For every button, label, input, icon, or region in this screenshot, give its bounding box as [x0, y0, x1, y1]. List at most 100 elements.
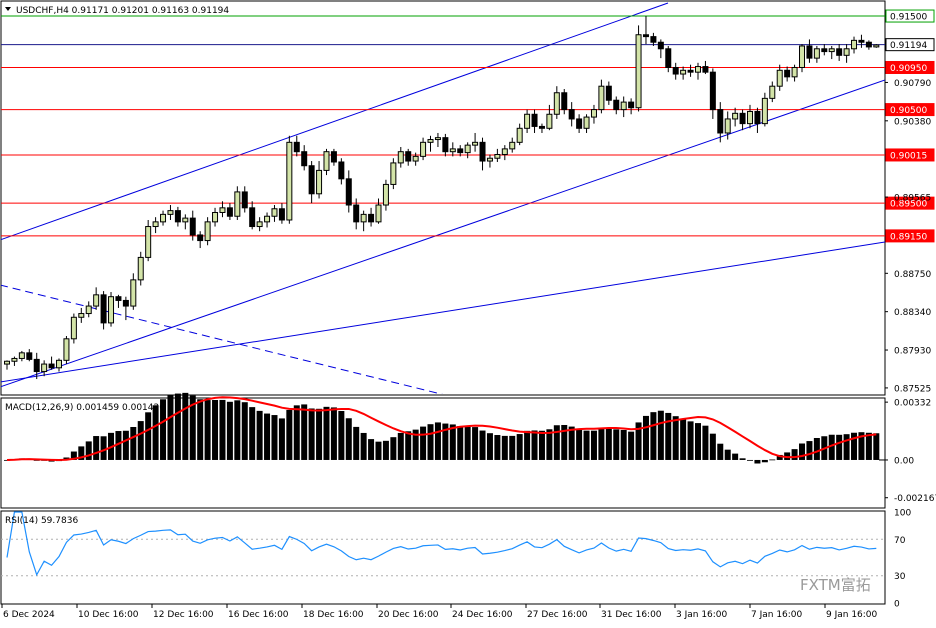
candle[interactable] — [264, 212, 271, 228]
candle[interactable] — [390, 158, 397, 190]
candle[interactable] — [160, 210, 167, 226]
candle[interactable] — [769, 81, 776, 103]
candle[interactable] — [486, 154, 493, 168]
candle[interactable] — [754, 107, 761, 133]
candle[interactable] — [687, 64, 694, 77]
candle[interactable] — [330, 148, 337, 166]
candle[interactable] — [747, 104, 753, 129]
candle[interactable] — [665, 45, 672, 73]
candle[interactable] — [680, 66, 687, 80]
candle[interactable] — [308, 161, 315, 204]
candle[interactable] — [316, 161, 323, 199]
candle[interactable] — [11, 356, 18, 366]
candle[interactable] — [420, 137, 427, 161]
candle[interactable] — [873, 44, 880, 48]
candle[interactable] — [93, 287, 100, 310]
candle[interactable] — [293, 135, 300, 157]
candle[interactable] — [368, 207, 375, 227]
candle[interactable] — [464, 142, 471, 159]
candle[interactable] — [174, 206, 181, 227]
candle[interactable] — [799, 44, 806, 73]
candle[interactable] — [843, 44, 850, 63]
candle[interactable] — [204, 217, 211, 246]
long-trend-line[interactable] — [0, 241, 885, 383]
candle[interactable] — [382, 179, 389, 211]
candle[interactable] — [130, 273, 137, 310]
candle[interactable] — [286, 135, 293, 224]
candle[interactable] — [553, 86, 560, 119]
candle[interactable] — [241, 186, 248, 213]
candle[interactable] — [137, 251, 144, 286]
candle[interactable] — [650, 32, 657, 46]
candle[interactable] — [449, 142, 456, 157]
candle[interactable] — [249, 201, 256, 230]
candle[interactable] — [657, 39, 664, 59]
candle[interactable] — [26, 349, 33, 362]
candle[interactable] — [739, 109, 746, 131]
candle[interactable] — [865, 40, 872, 50]
candle[interactable] — [702, 60, 709, 75]
candle[interactable] — [524, 109, 531, 133]
candle[interactable] — [226, 203, 233, 220]
candle[interactable] — [821, 44, 828, 56]
candle[interactable] — [576, 114, 583, 133]
candle[interactable] — [115, 294, 122, 308]
candle[interactable] — [516, 123, 523, 146]
candle[interactable] — [100, 291, 107, 330]
candle[interactable] — [167, 205, 174, 220]
candle[interactable] — [501, 145, 508, 161]
candle[interactable] — [813, 45, 820, 63]
candle[interactable] — [628, 98, 635, 115]
candle[interactable] — [590, 104, 597, 124]
candle[interactable] — [635, 25, 642, 112]
candle[interactable] — [538, 123, 545, 133]
candle[interactable] — [397, 147, 404, 168]
candle[interactable] — [108, 292, 115, 327]
candle[interactable] — [784, 66, 791, 82]
candle[interactable] — [56, 358, 63, 372]
candle[interactable] — [145, 219, 152, 262]
candle[interactable] — [642, 16, 649, 45]
candle[interactable] — [197, 231, 204, 249]
candle[interactable] — [568, 102, 575, 127]
candle[interactable] — [360, 210, 367, 232]
candle[interactable] — [761, 92, 768, 127]
candle[interactable] — [806, 39, 813, 63]
candle[interactable] — [152, 217, 159, 234]
candle[interactable] — [494, 148, 501, 162]
candle[interactable] — [4, 360, 10, 370]
candle[interactable] — [212, 207, 219, 227]
candle[interactable] — [472, 132, 479, 152]
candle[interactable] — [605, 81, 612, 105]
candle[interactable] — [256, 217, 263, 232]
candle[interactable] — [434, 132, 441, 148]
candle[interactable] — [709, 68, 716, 119]
candle[interactable] — [694, 62, 701, 80]
candle[interactable] — [405, 148, 412, 166]
candle[interactable] — [732, 107, 739, 127]
candle[interactable] — [48, 356, 55, 370]
candle[interactable] — [776, 64, 783, 91]
candle[interactable] — [531, 109, 538, 133]
candle[interactable] — [375, 198, 382, 224]
channel-upper-line[interactable] — [0, 2, 669, 241]
candle[interactable] — [234, 186, 241, 220]
candle[interactable] — [427, 135, 434, 152]
candle[interactable] — [271, 205, 278, 222]
candle[interactable] — [561, 89, 568, 115]
candle[interactable] — [219, 201, 226, 218]
candle[interactable] — [41, 360, 48, 377]
candle[interactable] — [672, 62, 679, 80]
candle[interactable] — [18, 350, 25, 362]
candle[interactable] — [620, 96, 627, 118]
candle[interactable] — [479, 137, 486, 171]
candle[interactable] — [85, 301, 92, 318]
candle[interactable] — [858, 34, 865, 48]
channel-lower-line[interactable] — [0, 79, 885, 388]
candle[interactable] — [63, 335, 70, 365]
candle[interactable] — [323, 148, 330, 176]
candle[interactable] — [851, 36, 858, 54]
candle[interactable] — [509, 137, 516, 153]
candle[interactable] — [182, 214, 189, 230]
candle[interactable] — [70, 313, 77, 344]
